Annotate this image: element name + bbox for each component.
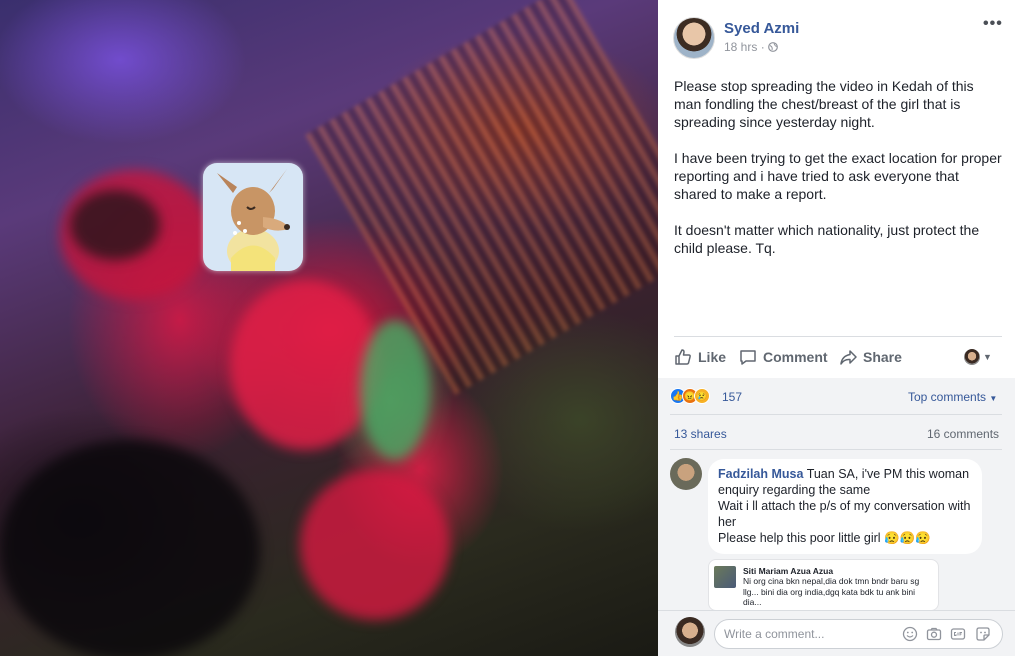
media-figure-blur [70, 190, 160, 260]
reaction-count[interactable]: 157 [722, 390, 742, 404]
gif-icon[interactable] [950, 626, 966, 642]
media-figure-blur [0, 440, 260, 656]
post-text: Please stop spreading the video in Kedah… [674, 77, 1004, 275]
divider [670, 449, 1002, 450]
author-avatar[interactable] [673, 17, 715, 59]
globe-icon [768, 40, 778, 54]
post-paragraph: I have been trying to get the exact loca… [674, 150, 1002, 202]
share-arrow-icon [839, 348, 857, 366]
comment-bubble: Fadzilah Musa Tuan SA, i've PM this woma… [708, 459, 982, 554]
chevron-down-icon: ▼ [983, 352, 992, 362]
selector-avatar [964, 349, 980, 365]
commenter-name-link[interactable]: Fadzilah Musa [718, 467, 803, 481]
divider [674, 336, 1002, 337]
shares-count-link[interactable]: 13 shares [674, 427, 727, 441]
thumbs-up-icon [674, 348, 692, 366]
post-video-media[interactable] [0, 0, 658, 656]
like-button[interactable]: Like [674, 348, 726, 366]
comment-button[interactable]: Comment [739, 348, 828, 366]
comment-sort-dropdown[interactable]: Top comments ▼ [908, 390, 997, 404]
post-paragraph: Please stop spreading the video in Kedah… [674, 78, 974, 130]
comment-line: Please help this poor little girl 😥😥😥 [718, 531, 931, 545]
comment-line: Wait i ll attach the p/s of my conversat… [718, 499, 971, 529]
attachment-text: Ni org cina bkn nepal,dia dok tmn bndr b… [743, 576, 920, 607]
comment-label: Comment [763, 349, 828, 365]
media-figure-blur [230, 280, 380, 450]
divider [658, 610, 1015, 611]
post-paragraph: It doesn't matter which nationality, jus… [674, 222, 980, 256]
media-figure-blur [300, 470, 450, 620]
attachment-avatar [714, 566, 736, 588]
like-label: Like [698, 349, 727, 365]
more-options-icon[interactable]: ••• [983, 15, 1003, 33]
sort-label: Top comments [908, 390, 987, 404]
share-button[interactable]: Share [839, 348, 902, 366]
post-timestamp[interactable]: 18 hrs · [724, 40, 778, 54]
chevron-down-icon: ▼ [989, 394, 998, 403]
divider [670, 414, 1002, 415]
current-user-avatar [675, 617, 705, 647]
sad-reaction-icon: 😢 [694, 388, 710, 404]
comments-count-link[interactable]: 16 comments [927, 427, 999, 441]
attachment-author-name: Siti Mariam Azua Azua [743, 566, 834, 576]
comment-input-placeholder[interactable]: Write a comment... [724, 627, 824, 641]
post-time-text: 18 hrs [724, 40, 758, 54]
comment-icon [739, 348, 757, 366]
sticker-icon[interactable] [975, 626, 991, 642]
reactions-summary[interactable]: 👍 😠 😢 [670, 388, 710, 404]
post-as-selector[interactable]: ▼ [964, 349, 992, 365]
time-separator: · [760, 40, 765, 54]
media-figure-blur [360, 320, 430, 460]
author-name-link[interactable]: Syed Azmi [724, 20, 799, 37]
commenter-avatar[interactable] [670, 458, 702, 490]
share-label: Share [863, 349, 902, 365]
emoji-icon[interactable] [902, 626, 918, 642]
camera-icon[interactable] [926, 626, 942, 642]
censor-sticker-deer [203, 163, 303, 271]
